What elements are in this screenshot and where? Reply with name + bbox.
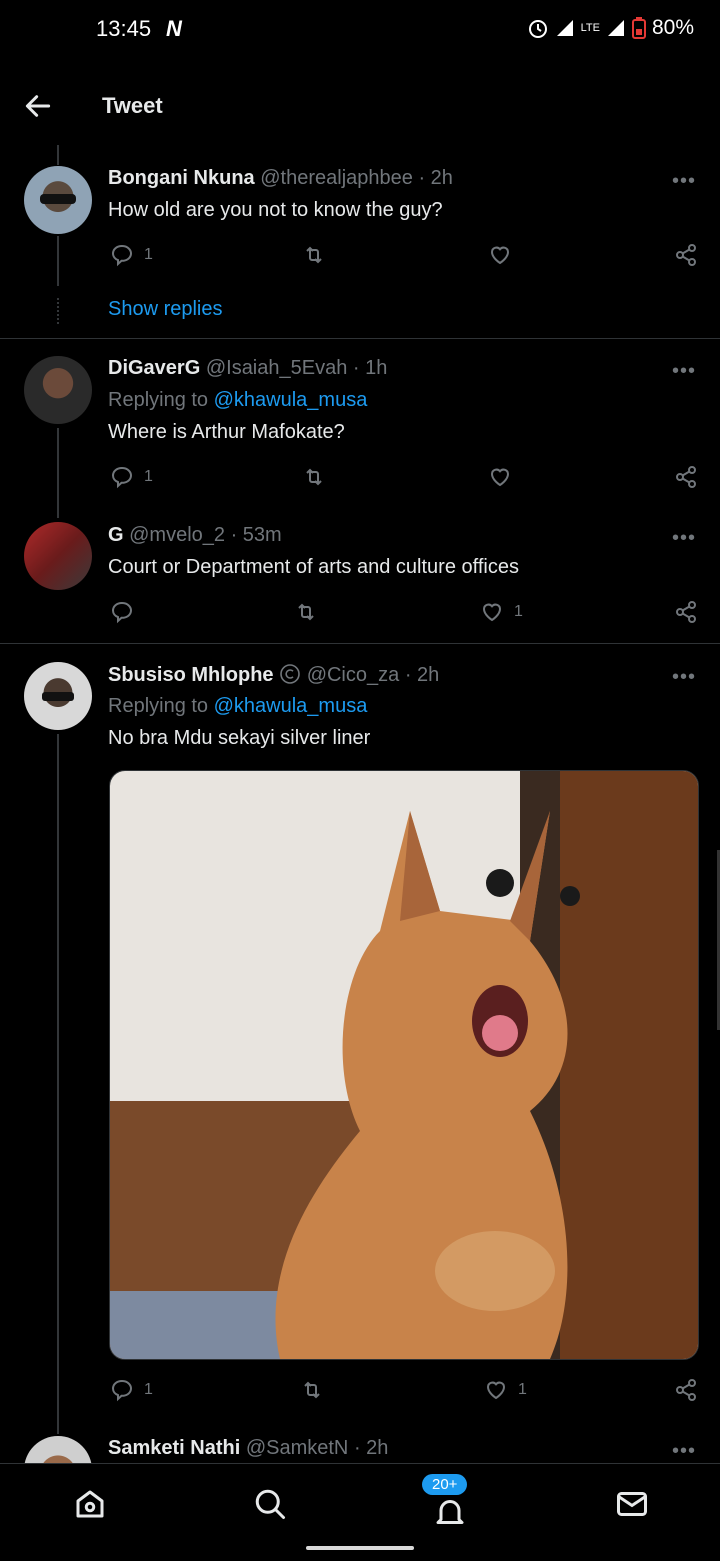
like-button[interactable]: 1 xyxy=(484,1378,527,1402)
replying-to: Replying to @khawula_musa xyxy=(108,389,368,411)
reply-count: 1 xyxy=(144,468,153,485)
tweet-author[interactable]: DiGaverG @Isaiah_5Evah · 1h xyxy=(108,357,387,380)
like-count: 1 xyxy=(514,603,523,620)
tweet-text: No bra Mdu sekayi silver liner xyxy=(108,727,371,749)
retweet-button[interactable] xyxy=(302,465,336,489)
reply-icon xyxy=(111,466,133,489)
share-button[interactable] xyxy=(674,1378,698,1402)
avatar[interactable] xyxy=(24,522,92,590)
divider xyxy=(0,338,720,339)
more-options-button[interactable]: ••• xyxy=(672,666,696,689)
notifications-badge: 20+ xyxy=(422,1474,468,1495)
show-replies-link[interactable]: Show replies xyxy=(108,298,223,321)
top-app-bar: Tweet xyxy=(0,60,720,150)
notifications-icon[interactable] xyxy=(432,1494,468,1530)
avatar[interactable] xyxy=(24,356,92,424)
reply-button[interactable]: 1 xyxy=(110,1378,153,1402)
tweet-author[interactable]: Samketi Nathi @SamketN · 2h xyxy=(108,1437,388,1460)
more-options-button[interactable]: ••• xyxy=(672,360,696,383)
reply-count: 1 xyxy=(144,1381,153,1398)
lte-icon: LTE xyxy=(580,22,600,34)
share-button[interactable] xyxy=(674,600,698,624)
tweet-author[interactable]: Bongani Nkuna @therealjaphbee · 2h xyxy=(108,167,453,190)
retweet-icon xyxy=(306,468,322,486)
tweet-author[interactable]: Sbusiso Mhlophe @Cico_za · 2h xyxy=(108,663,439,687)
tweet-media-image[interactable] xyxy=(109,770,699,1360)
signal-icon xyxy=(556,20,573,36)
retweet-button[interactable] xyxy=(300,1378,334,1402)
share-icon xyxy=(676,466,696,488)
thread-connector xyxy=(57,236,59,286)
mention-link[interactable]: @khawula_musa xyxy=(214,389,368,411)
retweet-button[interactable] xyxy=(302,243,336,267)
battery-icon xyxy=(631,17,646,39)
avatar-sunglasses xyxy=(40,194,76,204)
reply-icon xyxy=(111,601,133,624)
heart-icon xyxy=(486,1381,506,1400)
retweet-icon xyxy=(298,603,314,621)
status-bar: 13:45 N LTE 80% xyxy=(0,0,720,60)
search-icon[interactable] xyxy=(252,1486,288,1522)
share-button[interactable] xyxy=(674,465,698,489)
page-title: Tweet xyxy=(102,93,163,118)
share-icon xyxy=(676,1379,696,1401)
heart-icon xyxy=(482,603,502,622)
retweet-icon xyxy=(304,1381,320,1399)
battery-level: 80% xyxy=(651,16,694,39)
tweet-text: Where is Arthur Mafokate? xyxy=(108,421,345,443)
like-button[interactable] xyxy=(488,243,522,267)
messages-icon[interactable] xyxy=(614,1486,650,1522)
home-icon[interactable] xyxy=(72,1486,108,1522)
like-button[interactable]: 1 xyxy=(480,600,523,624)
more-options-button[interactable]: ••• xyxy=(672,170,696,193)
share-icon xyxy=(676,601,696,623)
thread-connector xyxy=(57,145,59,165)
thread-dotted-connector xyxy=(57,298,59,324)
tweet-text: How old are you not to know the guy? xyxy=(108,199,443,221)
reply-icon xyxy=(111,1379,133,1402)
more-options-button[interactable]: ••• xyxy=(672,1440,696,1463)
tweet-text: Court or Department of arts and culture … xyxy=(108,556,519,578)
arrow-left-icon[interactable] xyxy=(22,90,54,122)
avatar[interactable] xyxy=(24,166,92,234)
divider xyxy=(0,643,720,644)
share-icon xyxy=(676,244,696,266)
share-button[interactable] xyxy=(674,243,698,267)
more-options-button[interactable]: ••• xyxy=(672,527,696,550)
reply-button[interactable]: 1 xyxy=(110,465,153,489)
like-count: 1 xyxy=(518,1381,527,1398)
retweet-icon xyxy=(306,246,322,264)
reply-button[interactable]: 1 xyxy=(110,243,153,267)
reply-icon xyxy=(111,244,133,267)
copyright-icon xyxy=(280,664,300,684)
status-icons: LTE 80% xyxy=(527,16,694,40)
cat-photo xyxy=(110,771,698,1359)
tweet-author[interactable]: G @mvelo_2 · 53m xyxy=(108,524,282,547)
mention-link[interactable]: @khawula_musa xyxy=(214,695,368,717)
thread-connector xyxy=(57,734,59,1434)
reply-count: 1 xyxy=(144,246,153,263)
heart-icon xyxy=(490,468,510,487)
replying-to: Replying to @khawula_musa xyxy=(108,695,368,717)
retweet-button[interactable] xyxy=(294,600,328,624)
alarm-icon xyxy=(528,20,547,38)
heart-icon xyxy=(490,246,510,265)
gesture-home-bar[interactable] xyxy=(306,1546,414,1550)
avatar-sunglasses xyxy=(42,692,74,701)
like-button[interactable] xyxy=(488,465,522,489)
signal-icon xyxy=(607,20,624,36)
thread-connector xyxy=(57,428,59,518)
reply-button[interactable] xyxy=(110,600,144,624)
status-time: 13:45 xyxy=(96,16,152,41)
avatar[interactable] xyxy=(24,662,92,730)
carrier-logo: N xyxy=(166,16,182,41)
